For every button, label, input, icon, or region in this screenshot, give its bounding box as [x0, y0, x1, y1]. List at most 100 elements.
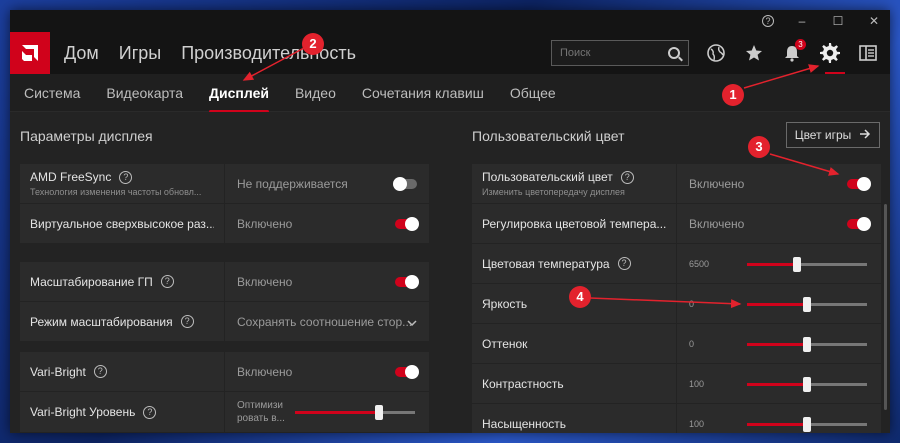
gear-icon[interactable]	[820, 43, 840, 63]
help-icon[interactable]: ?	[180, 315, 194, 328]
brightness-slider[interactable]	[747, 297, 867, 312]
left-panel-1: AMD FreeSync? Технология изменения часто…	[20, 164, 429, 244]
freesync-row: AMD FreeSync? Технология изменения часто…	[20, 164, 429, 204]
vari-bright-row: Vari-Bright? Включено	[20, 352, 429, 392]
color-temp-control-row: Регулировка цветовой темпера...? Включен…	[472, 204, 881, 244]
chevron-down-icon[interactable]	[407, 315, 417, 329]
help-icon[interactable]: ?	[617, 257, 631, 270]
game-color-button[interactable]: Цвет игры	[786, 122, 880, 148]
nav-home[interactable]: Дом	[64, 43, 99, 64]
vari-bright-level-label: Vari-Bright Уровень	[30, 405, 136, 419]
search-icon[interactable]	[668, 47, 680, 59]
contrast-slider[interactable]	[747, 377, 867, 392]
panel-icon[interactable]	[858, 43, 878, 63]
brightness-value: 0	[689, 298, 695, 309]
tab-display[interactable]: Дисплей	[209, 85, 269, 113]
display-settings-title: Параметры дисплея	[20, 128, 153, 144]
help-icon[interactable]: ?	[762, 15, 774, 27]
bell-icon[interactable]: 3	[782, 39, 806, 63]
custom-color-value: Включено	[689, 176, 745, 191]
freesync-value: Не поддерживается	[237, 176, 348, 191]
help-icon[interactable]: ?	[93, 365, 107, 378]
vari-bright-label: Vari-Bright	[30, 364, 86, 379]
gpu-scaling-toggle[interactable]	[395, 274, 419, 289]
vari-bright-toggle[interactable]	[395, 364, 419, 379]
custom-color-title: Пользовательский цвет	[472, 128, 625, 144]
freesync-label: AMD FreeSync	[30, 170, 112, 184]
minimize-button[interactable]: –	[794, 14, 810, 28]
custom-color-description: Изменить цветопередачу дисплея	[482, 187, 625, 197]
scaling-mode-dropdown[interactable]: Сохранять соотношение стор...	[225, 302, 429, 341]
main-content: Параметры дисплея AMD FreeSync? Технолог…	[10, 112, 890, 433]
hue-value: 0	[689, 338, 695, 349]
freesync-description: Технология изменения частоты обновл...	[30, 187, 202, 197]
color-temperature-value: 6500	[689, 258, 710, 269]
vari-bright-level-value-1: Оптимизи	[237, 400, 283, 411]
settings-tabs: Система Видеокарта Дисплей Видео Сочетан…	[10, 74, 890, 113]
freesync-toggle[interactable]	[393, 176, 417, 191]
custom-color-toggle[interactable]	[847, 176, 871, 191]
tab-general[interactable]: Общее	[510, 85, 556, 101]
contrast-label: Контрастность	[482, 376, 564, 391]
vari-bright-value: Включено	[237, 364, 293, 379]
maximize-button[interactable]: ☐	[830, 14, 846, 28]
color-temp-control-label: Регулировка цветовой темпера...	[482, 216, 666, 231]
close-button[interactable]: ✕	[866, 14, 882, 28]
saturation-value: 100	[689, 418, 705, 429]
help-icon[interactable]: ?	[119, 170, 133, 184]
nav-games[interactable]: Игры	[119, 43, 161, 64]
scaling-mode-label: Режим масштабирования	[30, 314, 173, 329]
search-input[interactable]	[560, 47, 660, 59]
gpu-scaling-value: Включено	[237, 274, 293, 289]
vsr-label: Виртуальное сверхвысокое раз...	[30, 216, 214, 231]
game-color-button-label: Цвет игры	[794, 128, 852, 142]
annotation-marker-3: 3	[748, 136, 770, 158]
right-panel: Пользовательский цвет? Изменить цветопер…	[472, 164, 881, 433]
vari-bright-level-value-2: ровать в...	[237, 413, 285, 424]
notification-badge: 3	[795, 39, 806, 50]
tab-video[interactable]: Видео	[295, 85, 336, 101]
hue-label: Оттенок	[482, 336, 528, 351]
tab-system[interactable]: Система	[24, 85, 80, 101]
help-icon[interactable]: ?	[160, 275, 174, 288]
top-navigation: Дом Игры Производительность 3	[10, 32, 890, 74]
hue-slider[interactable]	[747, 337, 867, 352]
vari-bright-level-row: Vari-Bright Уровень? Оптимизи ровать в..…	[20, 392, 429, 433]
title-bar: ? – ☐ ✕	[10, 10, 890, 32]
gpu-scaling-row: Масштабирование ГП? Включено	[20, 262, 429, 302]
nav-performance[interactable]: Производительность	[181, 43, 356, 64]
hue-row: Оттенок 0	[472, 324, 881, 364]
annotation-marker-1: 1	[722, 84, 744, 106]
star-icon[interactable]	[744, 43, 764, 63]
scaling-mode-row: Режим масштабирования? Сохранять соотнош…	[20, 302, 429, 342]
search-box[interactable]	[551, 40, 689, 66]
tab-graphics[interactable]: Видеокарта	[106, 85, 183, 101]
arrow-right-icon	[859, 128, 871, 142]
custom-color-row: Пользовательский цвет? Изменить цветопер…	[472, 164, 881, 204]
saturation-slider[interactable]	[747, 417, 867, 432]
brightness-label: Яркость	[482, 296, 528, 311]
color-temperature-row: Цветовая температура? 6500	[472, 244, 881, 284]
amd-logo-icon[interactable]	[10, 32, 50, 74]
annotation-marker-4: 4	[569, 286, 591, 308]
left-panel-2: Масштабирование ГП? Включено Режим масшт…	[20, 262, 429, 342]
scrollbar[interactable]	[884, 204, 887, 410]
scaling-mode-value: Сохранять соотношение стор...	[237, 314, 413, 329]
custom-color-label: Пользовательский цвет	[482, 170, 613, 184]
vsr-toggle[interactable]	[395, 216, 419, 231]
tab-hotkeys[interactable]: Сочетания клавиш	[362, 85, 484, 101]
annotation-marker-2: 2	[302, 33, 324, 55]
contrast-row: Контрастность 100	[472, 364, 881, 404]
globe-icon[interactable]	[706, 43, 726, 63]
color-temp-control-toggle[interactable]	[847, 216, 871, 231]
gpu-scaling-label: Масштабирование ГП	[30, 274, 153, 289]
vari-bright-level-slider[interactable]	[295, 405, 415, 420]
vsr-row: Виртуальное сверхвысокое раз...? Включен…	[20, 204, 429, 244]
help-icon[interactable]: ?	[143, 405, 157, 419]
brightness-row: Яркость 0	[472, 284, 881, 324]
vsr-value: Включено	[237, 216, 293, 231]
help-icon[interactable]: ?	[620, 170, 634, 184]
color-temperature-slider[interactable]	[747, 257, 867, 272]
contrast-value: 100	[689, 378, 705, 389]
left-panel-3: Vari-Bright? Включено Vari-Bright Уровен…	[20, 352, 429, 433]
